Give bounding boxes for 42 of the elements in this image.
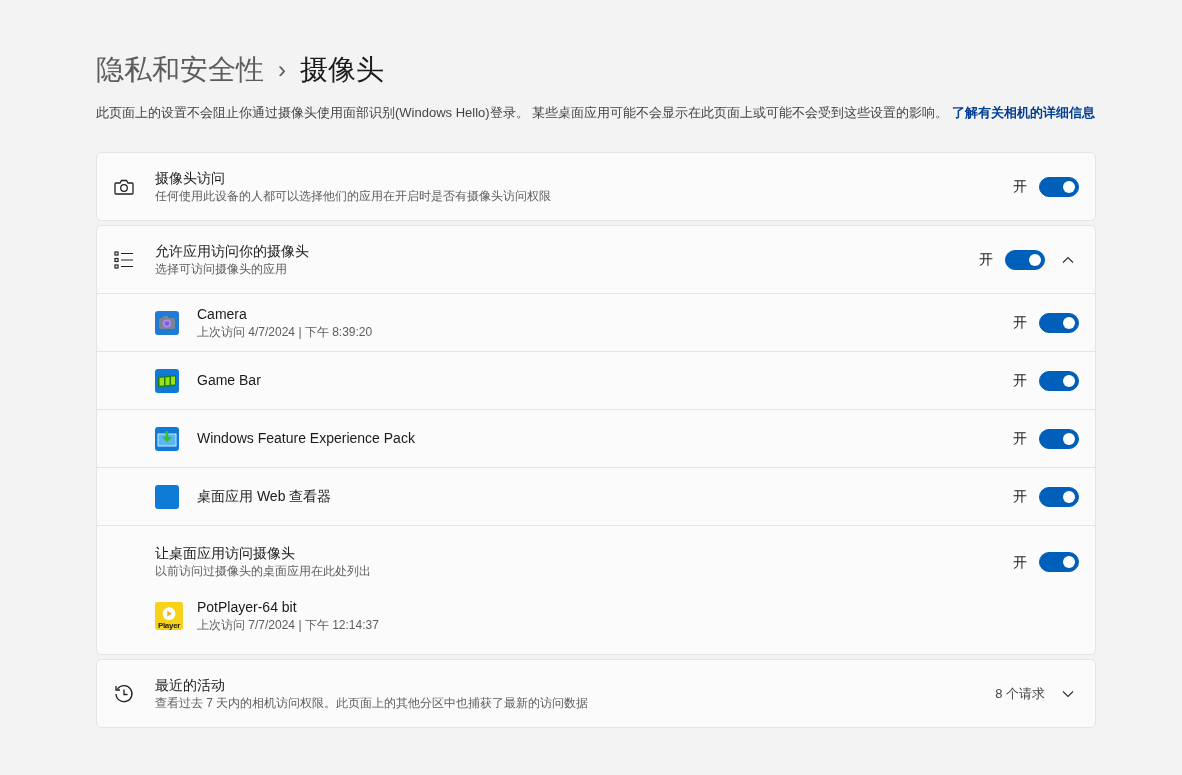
play-app-icon: Player <box>155 602 183 630</box>
app-name: Windows Feature Experience Pack <box>197 429 416 448</box>
app-name: Camera <box>197 304 248 324</box>
app-tile-icon <box>155 484 179 509</box>
last-access-time: 上次访问 7/7/2024 | 下午 12:14:37 <box>197 617 380 634</box>
setting-description: 任何使用此设备的人都可以选择他们的应用在开启时是否有摄像头访问权限 <box>155 187 552 205</box>
toggle-switch[interactable] <box>1039 312 1079 333</box>
toggle-state-label: 开 <box>1013 177 1027 196</box>
breadcrumb-separator: › <box>278 55 286 85</box>
toggle-switch[interactable] <box>1005 249 1045 270</box>
toggle-state-label: 开 <box>1013 487 1027 506</box>
toggle-switch[interactable] <box>1039 486 1079 507</box>
toggle-switch[interactable] <box>1039 428 1079 449</box>
setting-description: 选择可访问摄像头的应用 <box>155 260 288 278</box>
toggle-switch[interactable] <box>1039 552 1079 572</box>
setting-title: 让桌面应用访问摄像头 <box>155 544 296 563</box>
toggle-switch[interactable] <box>1039 370 1079 391</box>
setting-title: 摄像头访问 <box>155 168 226 188</box>
app-name: PotPlayer-64 bit <box>197 598 298 617</box>
learn-more-link[interactable]: 了解有关相机的详细信息 <box>951 105 1095 120</box>
app-name: Game Bar <box>197 371 262 390</box>
app-name: 桌面应用 Web 查看器 <box>197 487 333 506</box>
last-access-time: 上次访问 4/7/2024 | 下午 8:39:20 <box>197 323 374 341</box>
history-icon <box>113 682 135 705</box>
description-text: 此页面上的设置不会阻止你通过摄像头使用面部识别(Windows Hello)登录。 某些桌面应用可能不会显示在此页面上或可能不会受到这些设置的影响。 了解有关相机的详细信息 <box>96 104 1096 122</box>
toggle-switch[interactable] <box>1039 176 1079 197</box>
download-tray-icon <box>155 426 179 451</box>
setting-description: 以前访问过摄像头的桌面应用在此处列出 <box>155 563 372 580</box>
setting-title: 允许应用访问你的摄像头 <box>155 241 310 261</box>
camera-app-icon <box>155 310 179 335</box>
page-title: 摄像头 <box>300 53 384 87</box>
toggle-state-label: 开 <box>1013 313 1027 332</box>
setting-description: 查看过去 7 天内的相机访问权限。此页面上的其他分区中也捕获了最新的访问数据 <box>155 694 590 712</box>
breadcrumb-link[interactable]: 隐私和安全性 <box>96 50 264 90</box>
setting-title: 最近的活动 <box>155 675 226 695</box>
toggle-state-label: 开 <box>1013 429 1027 448</box>
game-bar-icon <box>155 368 179 393</box>
toggle-state-label: 开 <box>979 250 993 269</box>
request-count: 8 个请求 <box>995 684 1045 703</box>
toggle-state-label: 开 <box>1013 552 1027 572</box>
toggle-state-label: 开 <box>1013 371 1027 390</box>
list-icon <box>113 248 135 271</box>
